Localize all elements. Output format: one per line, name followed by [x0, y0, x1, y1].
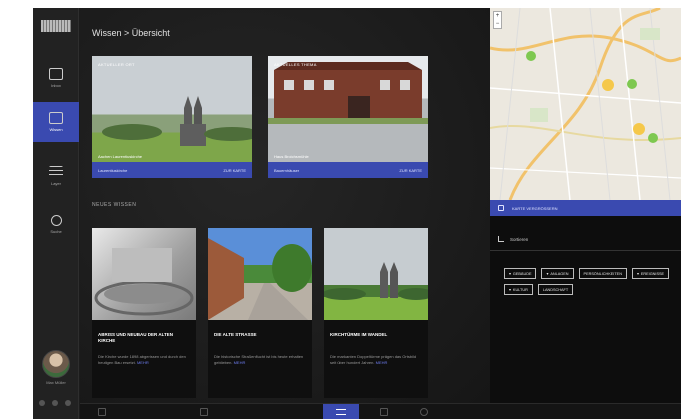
house-image: [268, 62, 428, 124]
news-title: KIRCHTÜRME IM WANDEL: [330, 332, 388, 337]
news-title: DIE ALTE STRASSE: [214, 332, 257, 337]
breadcrumb: Wissen > Übersicht: [92, 28, 170, 38]
rail-item-label: Inbox: [51, 83, 61, 88]
zoom-control: + −: [493, 11, 502, 29]
rail-item-knowledge[interactable]: Wissen: [33, 102, 79, 142]
card-link[interactable]: Bauernhäuser: [274, 168, 299, 173]
filter-chip[interactable]: ▾ EREIGNISSE: [631, 268, 670, 279]
rail-item-inbox[interactable]: Inbox: [33, 58, 79, 98]
map-marker[interactable]: [648, 133, 658, 143]
rail-item-label: Layer: [50, 181, 61, 186]
map-bar-label: KARTE VERGRÖSSERN: [512, 205, 558, 211]
card-tag: AKTUELLES THEMA: [274, 62, 317, 67]
avatar[interactable]: [42, 350, 70, 378]
map-marker[interactable]: [633, 123, 645, 135]
bottom-bar: [80, 403, 681, 419]
card-link[interactable]: Laurentiuskirche: [98, 168, 127, 173]
rail-item-label: Wissen: [49, 127, 63, 132]
news-text: Die markanten Doppeltürme prägen das Ort…: [330, 354, 417, 365]
map-tiles: [490, 8, 681, 200]
inbox-icon: [49, 68, 63, 80]
filter-chip[interactable]: ▾ ANLAGEN: [541, 268, 574, 279]
map-marker[interactable]: [526, 51, 536, 61]
news-card[interactable]: DIE ALTE STRASSE Die historische Straßen…: [208, 228, 312, 398]
sort-control[interactable]: Sortieren: [498, 236, 528, 242]
filter-chips: ▾ GEBÄUDE ▾ ANLAGEN PERSÖNLICHKEITEN ▾ EREI…: [504, 268, 674, 295]
more-link[interactable]: MEHR: [376, 360, 388, 365]
rail-item-label: Suche: [50, 228, 62, 234]
grid-icon[interactable]: [200, 408, 208, 416]
info-icon[interactable]: [420, 408, 428, 416]
news-title: ABRISS UND NEUBAU DER ALTEN KIRCHE: [98, 332, 174, 343]
main-content: Wissen > Übersicht AKTUELLER ORT Aachen …: [80, 8, 490, 403]
news-photo: [92, 228, 196, 320]
more-link[interactable]: MEHR: [234, 360, 246, 365]
card-caption: Haus Broichsmühle: [274, 154, 309, 159]
news-text: Die historische Straßenflucht ist bis he…: [214, 354, 304, 365]
church-image: [102, 96, 252, 146]
nav-rail: Inbox Wissen Layer Suche Max Müller: [33, 8, 79, 419]
news-card[interactable]: ABRISS UND NEUBAU DER ALTEN KIRCHE Die K…: [92, 228, 196, 398]
sort-icon: [498, 236, 504, 242]
back-icon[interactable]: [98, 408, 106, 416]
card-caption: Aachen Laurentiuskirche: [98, 154, 143, 159]
rail-item-search[interactable]: Suche: [33, 204, 79, 244]
map-expand-bar[interactable]: KARTE VERGRÖSSERN: [490, 200, 681, 216]
layers-icon: [49, 166, 63, 178]
help-icon[interactable]: [52, 400, 58, 406]
rail-item-layers[interactable]: Layer: [33, 156, 79, 196]
card-photo: AKTUELLES THEMA Haus Broichsmühle: [268, 56, 428, 162]
news-card[interactable]: KIRCHTÜRME IM WANDEL Die markanten Doppe…: [324, 228, 428, 398]
search-icon: [50, 214, 62, 226]
zoom-in-button[interactable]: +: [494, 12, 501, 20]
map-icon[interactable]: [380, 408, 388, 416]
settings-icon[interactable]: [39, 400, 45, 406]
card-footer: Laurentiuskirche ZUR KARTE: [92, 162, 252, 178]
filter-chip[interactable]: ▾ GEBÄUDE: [504, 268, 537, 279]
machine-part-image: [94, 248, 194, 316]
chevron-down-icon: ▾: [509, 288, 511, 292]
section-title: NEUES WISSEN: [92, 202, 137, 208]
filter-chip[interactable]: LANDSCHAFT: [537, 284, 574, 295]
knowledge-icon: [49, 112, 63, 124]
news-photo: [208, 228, 312, 320]
expand-icon: [498, 205, 504, 211]
card-photo: AKTUELLER ORT Aachen Laurentiuskirche: [92, 56, 252, 162]
news-photo: [324, 228, 428, 320]
app-logo: [41, 20, 71, 32]
featured-card[interactable]: AKTUELLES THEMA Haus Broichsmühle Bauern…: [268, 56, 428, 178]
card-tag: AKTUELLER ORT: [98, 62, 135, 67]
user-name: Max Müller: [46, 380, 66, 385]
sort-label: Sortieren: [510, 236, 529, 242]
to-map-button[interactable]: ZUR KARTE: [223, 168, 246, 173]
logout-icon[interactable]: [65, 400, 71, 406]
chevron-down-icon: ▾: [546, 272, 549, 276]
list-view-button[interactable]: [323, 404, 359, 419]
chevron-down-icon: ▾: [509, 272, 511, 276]
street-image: [208, 238, 312, 320]
filter-chip[interactable]: PERSÖNLICHKEITEN: [578, 268, 627, 279]
news-text: Die Kirche wurde 1898 abgerissen und dur…: [98, 354, 186, 365]
list-icon: [336, 409, 346, 415]
app-window: Inbox Wissen Layer Suche Max Müller Wiss…: [33, 8, 681, 419]
more-link[interactable]: MEHR: [137, 360, 149, 365]
featured-card[interactable]: AKTUELLER ORT Aachen Laurentiuskirche La…: [92, 56, 252, 178]
map-marker[interactable]: [627, 79, 637, 89]
church-image: [324, 262, 428, 300]
rail-footer-icons: [39, 400, 71, 406]
chevron-down-icon: ▾: [636, 272, 639, 276]
map-marker[interactable]: [602, 79, 614, 91]
card-footer: Bauernhäuser ZUR KARTE: [268, 162, 428, 178]
to-map-button[interactable]: ZUR KARTE: [399, 168, 422, 173]
map-view[interactable]: + −: [490, 8, 681, 200]
filter-panel: Sortieren ▾ GEBÄUDE ▾ ANLAGEN PERSÖNLICHKE…: [490, 216, 681, 403]
divider: [490, 250, 681, 251]
zoom-out-button[interactable]: −: [494, 20, 501, 28]
filter-chip[interactable]: ▾ KULTUR: [504, 284, 533, 295]
